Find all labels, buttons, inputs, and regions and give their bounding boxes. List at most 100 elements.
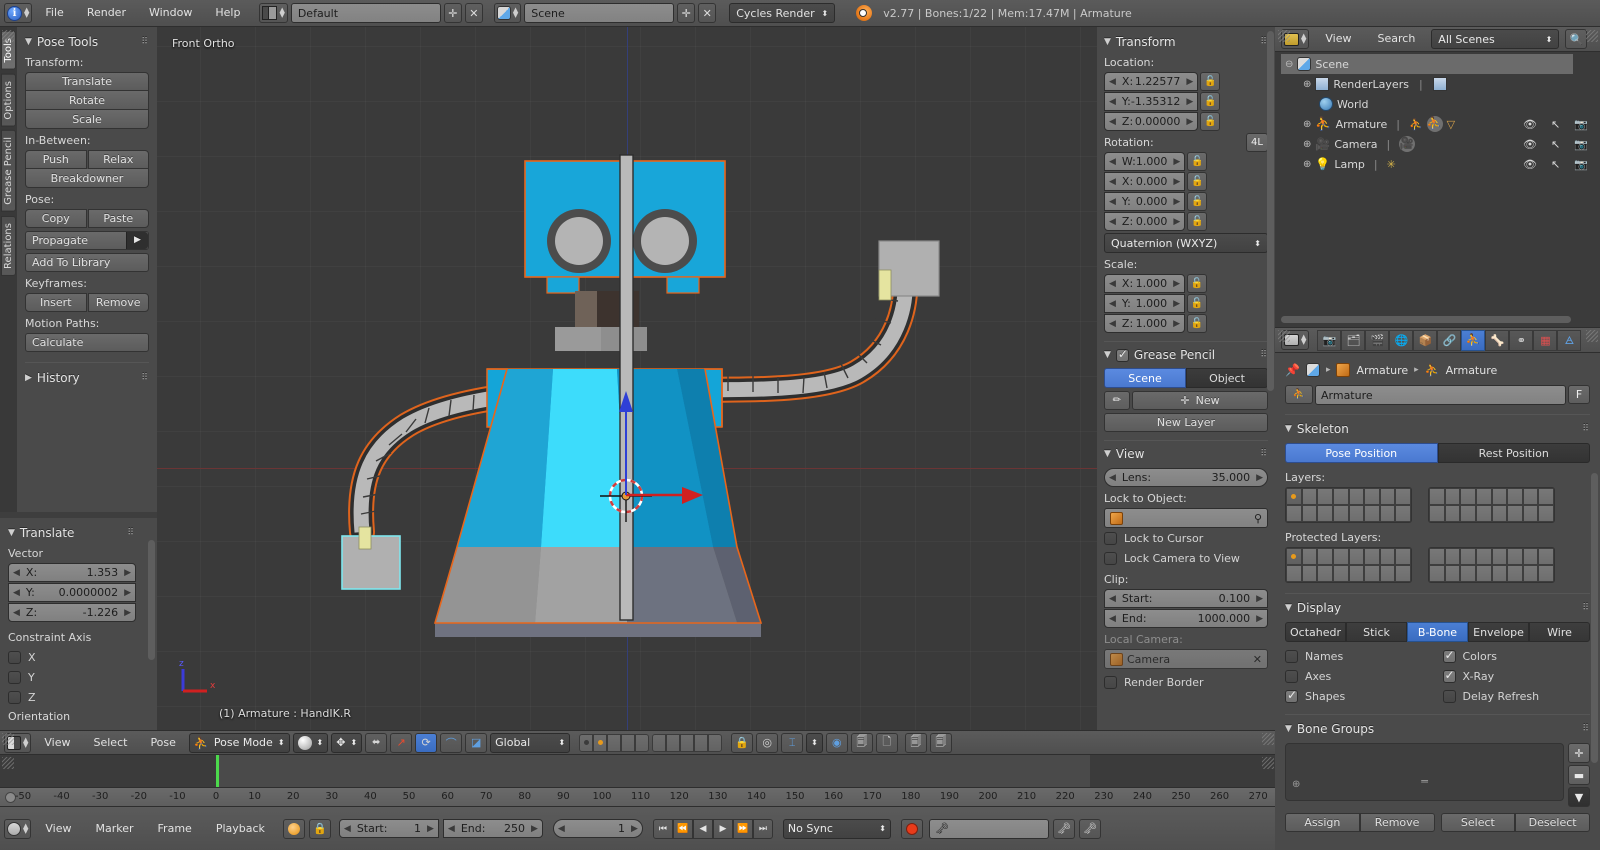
armature-data-icon[interactable]: ⛹ bbox=[1427, 116, 1443, 132]
lock-location-y-button[interactable]: 🔓 bbox=[1200, 92, 1220, 111]
skeleton-panel-header[interactable]: ▼ Skeleton ⠿ bbox=[1285, 420, 1590, 438]
scene-layers-row1[interactable] bbox=[579, 734, 649, 752]
relax-button[interactable]: Relax bbox=[88, 150, 150, 169]
object-cube-icon[interactable] bbox=[1336, 363, 1350, 377]
scene-name-field[interactable]: Scene bbox=[524, 3, 674, 23]
properties-tab-world[interactable]: 🌐 bbox=[1389, 330, 1413, 351]
scene-layers-row2[interactable] bbox=[652, 734, 722, 752]
bone-groups-panel-header[interactable]: ▼ Bone Groups ⠿ bbox=[1285, 720, 1590, 738]
area-corner-grip[interactable] bbox=[1262, 733, 1274, 745]
rotation-mode-selector[interactable]: Quaternion (WXYZ)⬍ bbox=[1104, 233, 1268, 253]
rotate-manipulator-button[interactable]: ⟳ bbox=[415, 733, 437, 753]
layer-cell[interactable] bbox=[1302, 505, 1318, 522]
layer-cell[interactable] bbox=[1476, 505, 1492, 522]
rotation-z-field[interactable]: ◀Z: 0.000▶ bbox=[1104, 212, 1185, 231]
rotate-button[interactable]: Rotate bbox=[25, 91, 149, 110]
screen-layout-selector[interactable]: ▲▼ bbox=[259, 3, 287, 23]
lamp-data-icon[interactable]: ✳ bbox=[1387, 158, 1396, 171]
pin-icon[interactable]: 📌 bbox=[1285, 363, 1300, 377]
constraint-axis-x[interactable]: X bbox=[8, 647, 136, 667]
lock-location-x-button[interactable]: 🔓 bbox=[1200, 72, 1220, 91]
viewport-menu-select[interactable]: Select bbox=[84, 733, 138, 753]
cursor-arrow-icon[interactable]: ↖ bbox=[1551, 118, 1560, 131]
layer-cell[interactable] bbox=[1538, 565, 1554, 582]
lock-rotation-y-button[interactable]: 🔓 bbox=[1187, 192, 1207, 211]
opengl-render-button[interactable]: ◉ bbox=[826, 733, 848, 753]
lock-scene-button[interactable]: 🔒 bbox=[731, 733, 753, 753]
lock-location-z-button[interactable]: 🔓 bbox=[1200, 112, 1220, 131]
paste-pose-toolbar-button[interactable]: 🗋 bbox=[876, 733, 898, 753]
delete-screen-layout-button[interactable]: ✕ bbox=[465, 3, 483, 23]
timeline-menu-view[interactable]: View bbox=[35, 819, 81, 839]
layer-cell[interactable] bbox=[1380, 565, 1396, 582]
viewport-shading-selector[interactable]: ⬍ bbox=[293, 733, 329, 753]
constraint-axis-y[interactable]: Y bbox=[8, 667, 136, 687]
history-panel-header[interactable]: ▶ History ⠿ bbox=[25, 369, 149, 387]
editor-type-timeline[interactable]: ▲▼ bbox=[4, 819, 31, 839]
layer-cell[interactable] bbox=[1538, 488, 1554, 505]
translate-button[interactable]: Translate bbox=[25, 72, 149, 91]
deselect-bone-group-button[interactable]: Deselect bbox=[1515, 813, 1590, 832]
manipulator-toggle-button[interactable]: ◪ bbox=[465, 733, 487, 753]
display-colors-checkbox[interactable]: Colors bbox=[1443, 646, 1591, 666]
breakdowner-button[interactable]: Breakdowner bbox=[25, 169, 149, 188]
add-screen-layout-button[interactable]: ✛ bbox=[444, 3, 462, 23]
layer-cell[interactable] bbox=[1429, 565, 1445, 582]
sync-mode-selector[interactable]: No Sync⬍ bbox=[783, 819, 891, 839]
outliner-row-renderlayers[interactable]: ⊕ RenderLayers | bbox=[1281, 74, 1600, 94]
layer-cell[interactable] bbox=[1460, 505, 1476, 522]
timeline-menu-frame[interactable]: Frame bbox=[148, 819, 202, 839]
play-button[interactable]: ▶ bbox=[713, 819, 733, 839]
display-envelope-button[interactable]: Envelope bbox=[1468, 622, 1529, 642]
layer-cell[interactable] bbox=[1380, 488, 1396, 505]
display-delay-refresh-checkbox[interactable]: Delay Refresh bbox=[1443, 686, 1591, 706]
clip-end-field[interactable]: ◀End: 1000.000▶ bbox=[1104, 609, 1268, 628]
layer-cell[interactable] bbox=[1507, 488, 1523, 505]
layer-cell[interactable] bbox=[1364, 488, 1380, 505]
layer-cell[interactable] bbox=[621, 734, 635, 752]
camera-icon[interactable]: 📷 bbox=[1574, 158, 1588, 171]
viewport-menu-pose[interactable]: Pose bbox=[140, 733, 185, 753]
scale-y-field[interactable]: ◀Y: 1.000▶ bbox=[1104, 294, 1185, 313]
layer-cell[interactable] bbox=[1429, 548, 1445, 565]
layer-cell[interactable] bbox=[1333, 488, 1349, 505]
outliner-row-armature[interactable]: ⊕ ⛹ Armature | ⛹ ⛹ ▽ 👁 ↖ 📷 bbox=[1281, 114, 1600, 134]
menu-window[interactable]: Window bbox=[139, 3, 202, 23]
remove-keyframe-button[interactable]: Remove bbox=[88, 293, 150, 312]
lock-rotation-x-button[interactable]: 🔓 bbox=[1187, 172, 1207, 191]
display-names-checkbox[interactable]: Names bbox=[1285, 646, 1433, 666]
add-keying-set-button[interactable]: 🗝 bbox=[1053, 819, 1075, 839]
layer-cell[interactable] bbox=[1317, 488, 1333, 505]
add-to-library-button[interactable]: Add To Library bbox=[25, 253, 149, 272]
auto-keyframe-button[interactable] bbox=[283, 819, 305, 839]
layer-cell[interactable] bbox=[1286, 505, 1302, 522]
lock-rotation-w-button[interactable]: 🔓 bbox=[1187, 152, 1207, 171]
area-corner-grip[interactable] bbox=[2, 757, 14, 769]
layer-cell[interactable] bbox=[1333, 565, 1349, 582]
rotation-w-field[interactable]: ◀W: 1.000▶ bbox=[1104, 152, 1185, 171]
armature-icon[interactable]: ⛹ bbox=[1425, 363, 1440, 377]
display-xray-checkbox[interactable]: X-Ray bbox=[1443, 666, 1591, 686]
layer-cell[interactable] bbox=[1286, 488, 1302, 505]
lock-camera-to-view-row[interactable]: Lock Camera to View bbox=[1104, 548, 1268, 568]
layer-cell[interactable] bbox=[1445, 548, 1461, 565]
pivot-point-selector[interactable]: ✥⬍ bbox=[331, 733, 362, 753]
layer-cell[interactable] bbox=[635, 734, 649, 752]
display-shapes-checkbox[interactable]: Shapes bbox=[1285, 686, 1433, 706]
layer-cell[interactable] bbox=[1523, 565, 1539, 582]
layer-cell[interactable] bbox=[1523, 548, 1539, 565]
display-bbone-button[interactable]: B-Bone bbox=[1407, 622, 1468, 642]
tool-tab-grease-pencil[interactable]: Grease Pencil bbox=[1, 130, 16, 212]
display-axes-checkbox[interactable]: Axes bbox=[1285, 666, 1433, 686]
layer-cell[interactable] bbox=[1317, 548, 1333, 565]
layer-cell[interactable] bbox=[1349, 548, 1365, 565]
jump-to-start-button[interactable]: ⏮ bbox=[653, 819, 673, 839]
paste-pose-button[interactable]: Paste bbox=[88, 209, 150, 228]
area-corner-grip[interactable] bbox=[1278, 30, 1290, 42]
properties-tab-renderlayers[interactable]: 🗂 bbox=[1341, 330, 1365, 351]
properties-tab-armature-data[interactable]: ⛹ bbox=[1461, 330, 1485, 351]
breadcrumb-data-name[interactable]: Armature bbox=[1446, 364, 1498, 377]
layer-cell[interactable] bbox=[1492, 548, 1508, 565]
collapse-icon[interactable]: ⊖ bbox=[1285, 59, 1293, 70]
layer-cell[interactable] bbox=[694, 734, 708, 752]
